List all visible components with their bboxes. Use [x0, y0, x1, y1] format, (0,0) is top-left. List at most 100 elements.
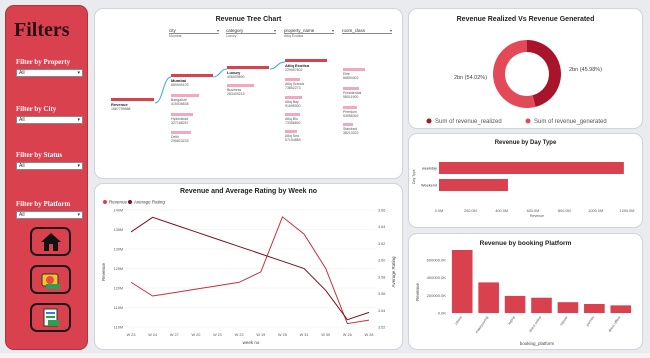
donut-chart: 2bn (54.02%) 2bn (45.98%) Sum of revenue… — [426, 40, 607, 125]
donut-legend-realized: Sum of revenue_realized — [435, 119, 502, 125]
x-tick-label: tripster — [559, 315, 569, 327]
bar[interactable] — [451, 250, 473, 313]
y-tick-label: Weekend — [421, 184, 437, 188]
tree-node-value: 73356892 — [285, 121, 301, 125]
tree-node-value: 38213322 — [343, 131, 359, 135]
y-tick-label: 110M — [114, 326, 123, 330]
tree-node-roomclass[interactable]: Premium 53958392 — [343, 106, 388, 118]
tree-node-property[interactable]: Atliq Blu 73356892 — [285, 113, 330, 125]
x-tick-label: W 25 — [278, 333, 287, 337]
x-tick-label: W 28 — [365, 333, 374, 337]
tree-bar — [285, 96, 302, 99]
tree-node-city[interactable]: Mumbai 669949103 — [171, 74, 216, 87]
bar[interactable] — [439, 179, 508, 191]
x-tick-label: W 31 — [300, 333, 309, 337]
week-legend-rating: Average Rating — [134, 200, 165, 205]
bar[interactable] — [610, 305, 632, 313]
tree-bar — [285, 59, 327, 62]
filter-property-select[interactable]: All ▾ — [16, 69, 83, 77]
legend-swatch — [103, 200, 107, 204]
daytype-xlabel: Revenue — [530, 214, 544, 218]
filter-status-label: Filter by Status — [16, 151, 63, 159]
tree-node-category[interactable]: Luxury 406539890 — [227, 66, 272, 79]
tree-node-category[interactable]: Business 263409213 — [227, 84, 272, 96]
tree-node-property[interactable]: Atliq Bay 91695000 — [285, 96, 330, 108]
x-tick-label: 0.0M — [435, 209, 443, 213]
tree-bar — [285, 130, 297, 133]
tree-node-property[interactable]: Atliq Sea 57154889 — [285, 130, 330, 142]
platform-panel: Revenue by booking Platform Revenue book… — [408, 233, 643, 350]
bar[interactable] — [557, 302, 579, 313]
tree-node-roomclass[interactable]: Standard 38213322 — [343, 123, 388, 135]
revenue-nav-button[interactable] — [30, 265, 71, 294]
x-tick-label: 600.0M — [527, 209, 540, 213]
tree-node-city[interactable]: Delhi 295823233 — [171, 131, 216, 143]
filter-city-select[interactable]: All ▾ — [16, 116, 83, 124]
bar[interactable] — [439, 162, 624, 174]
y-tick-label: 125M — [114, 267, 124, 271]
tree-node-roomclass[interactable]: Presidential 58011900 — [343, 87, 388, 99]
tree-node-value: 669949103 — [171, 83, 189, 87]
bookings-nav-button[interactable] — [30, 303, 71, 332]
sidebar-title: Filters — [14, 19, 70, 41]
tree-node-property[interactable]: Atliq Exotica 229957602 — [285, 59, 330, 72]
tree-bar — [343, 106, 357, 109]
y-tick-label: 200000.0K — [427, 293, 447, 298]
x-tick-label: 1200.0M — [620, 209, 635, 213]
bar[interactable] — [504, 295, 526, 313]
week-ylabel-left: Revenue — [101, 262, 106, 281]
y-tick-label: 0.0K — [438, 311, 447, 316]
y-tick-label: 120M — [114, 287, 124, 291]
platform-xlabel: booking_platform — [520, 341, 555, 346]
tree-node-value: 86854402 — [343, 76, 359, 80]
tree-node-root[interactable]: Revenue 1687799888 — [111, 98, 156, 111]
home-button[interactable] — [30, 227, 71, 256]
y-tick-label: 140M — [114, 209, 124, 213]
y-tick-label: 115M — [114, 306, 123, 310]
home-icon — [40, 232, 61, 251]
tree-node-value: 53958392 — [343, 114, 359, 118]
filter-property-value: All — [19, 70, 25, 76]
filter-platform-value: All — [19, 212, 25, 218]
donut-legend-generated: Sum of revenue_generated — [534, 119, 607, 125]
y2-tick-label: 3.62 — [378, 242, 385, 246]
x-tick-label: W 24 — [148, 333, 157, 337]
x-tick-label: W 21 — [213, 333, 222, 337]
week-legend-revenue: Revenue — [109, 200, 128, 205]
x-tick-label: makeyourtrip — [475, 315, 490, 334]
bar[interactable] — [478, 282, 499, 313]
tree-bar — [171, 94, 199, 97]
x-tick-label: direct offline — [608, 315, 622, 333]
filter-city-value: All — [19, 117, 25, 123]
donut-left-label: 2bn (54.02%) — [454, 75, 487, 81]
tree-node-value: 57154889 — [285, 138, 301, 142]
x-tick-label: W 19 — [256, 333, 265, 337]
tree-node-property[interactable]: Atliq Grands 73852273 — [285, 78, 330, 90]
x-tick-label: W 20 — [191, 333, 200, 337]
tree-node-city[interactable]: Bangalore 415006838 — [171, 94, 216, 106]
tree-bar — [227, 84, 254, 87]
tree-bar — [171, 131, 191, 134]
tree-node-value: 327168257 — [171, 121, 189, 125]
y-tick-label: 130M — [114, 248, 124, 252]
bar[interactable] — [531, 297, 552, 313]
donut-right-label: 2bn (45.98%) — [569, 67, 602, 73]
x-tick-label: journey — [585, 315, 596, 328]
tree-node-value: 406539890 — [227, 75, 245, 79]
y-tick-label: weekday — [422, 167, 437, 171]
bottom-strip — [0, 353, 650, 358]
tree-bar — [285, 113, 300, 116]
filter-platform-select[interactable]: All ▾ — [16, 211, 83, 219]
money-bag-icon — [41, 273, 60, 289]
tree-node-city[interactable]: Hyderabad 327168257 — [171, 113, 216, 125]
tree-bar — [227, 66, 269, 69]
y2-tick-label: 3.54 — [378, 309, 385, 313]
bar[interactable] — [584, 304, 605, 313]
tree-node-value: 295823233 — [171, 139, 189, 143]
filter-status-select[interactable]: All ▾ — [16, 162, 83, 170]
y2-tick-label: 3.52 — [378, 326, 385, 330]
platform-chart: Revenue booking_platform 600000.0K 400000… — [415, 250, 632, 346]
tree-node-roomclass[interactable]: Elite 86854402 — [343, 68, 388, 80]
filter-city-label: Filter by City — [16, 105, 57, 113]
x-tick-label: W 23 — [127, 333, 136, 337]
